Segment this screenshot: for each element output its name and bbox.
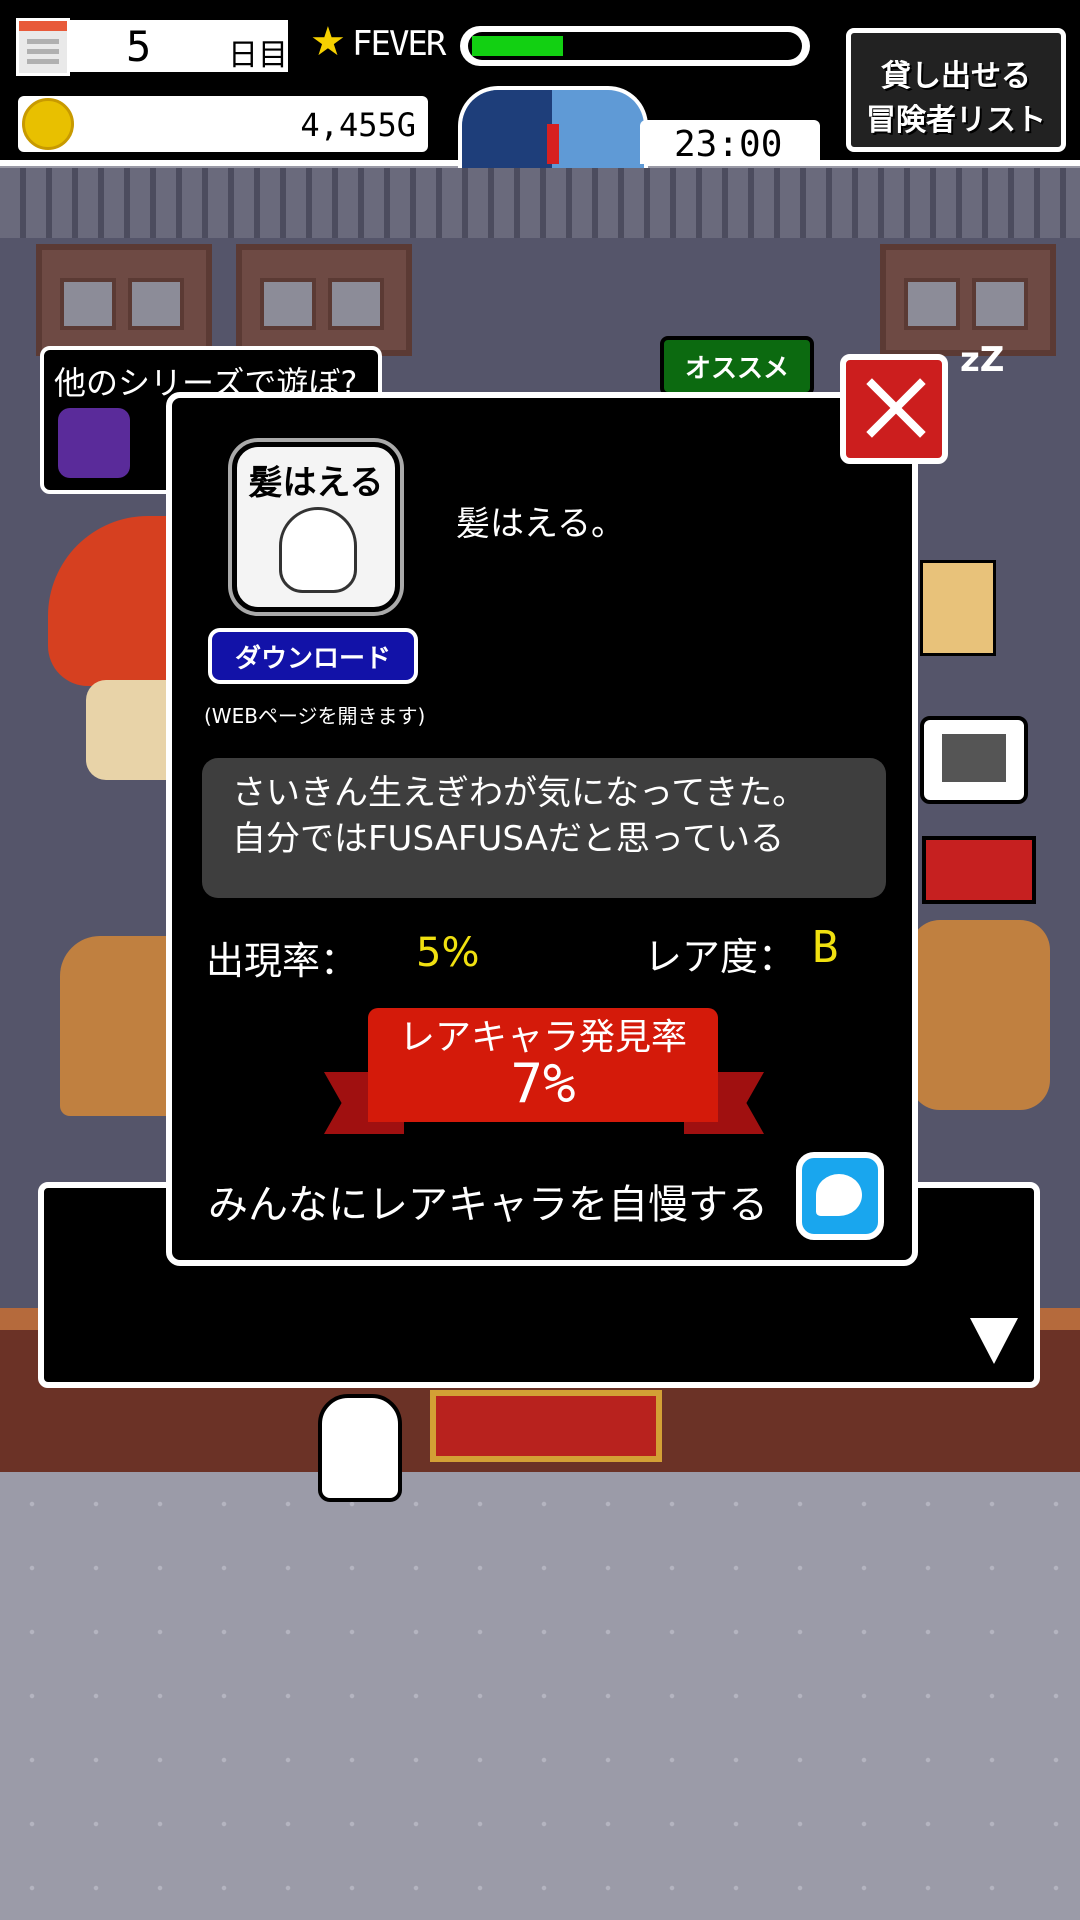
day-unit: 日目: [228, 38, 288, 73]
red-rug: [430, 1390, 662, 1462]
fever-gauge: [460, 26, 810, 66]
web-page-note: (WEBページを開きます): [204, 704, 426, 728]
character-description: さいきん生えぎわが気になってきた。 自分ではFUSAFUSAだと思っている: [232, 773, 807, 859]
rare-find-value: 7%: [510, 1052, 576, 1115]
wrench-icon: [942, 734, 1006, 782]
star-icon: ★: [310, 19, 346, 65]
sleep-zzz: zZ: [960, 340, 1005, 380]
wall-battlement: [0, 168, 1080, 238]
clock-dial-icon: [458, 86, 648, 168]
other-series-app-icon[interactable]: [58, 408, 130, 478]
download-button[interactable]: ダウンロード: [208, 628, 418, 684]
appearance-rate-label: 出現率：: [206, 939, 359, 983]
window: [236, 244, 412, 356]
gold-amount: 4,455G: [300, 106, 416, 144]
share-button[interactable]: [796, 1152, 884, 1240]
fever-gauge-fill: [472, 36, 563, 56]
app-name: 髪はえる。: [456, 504, 625, 544]
time-text: 23:00: [674, 124, 783, 165]
calendar-menu-icon[interactable]: [16, 18, 70, 76]
share-bird-icon: [816, 1174, 862, 1216]
next-arrow-icon[interactable]: [970, 1318, 1018, 1364]
rental-button-line2: 冒険者リスト: [866, 103, 1046, 138]
recommend-badge[interactable]: オススメ: [660, 336, 814, 396]
app-icon[interactable]: 髪はえる: [232, 442, 400, 612]
day-number: 5: [126, 22, 152, 71]
download-label: ダウンロード: [234, 644, 391, 674]
gold-display: 4,455G: [18, 96, 428, 152]
day-counter: 5 日目: [68, 20, 288, 73]
wooden-table-right: [910, 920, 1050, 1110]
rental-adventurer-list-button[interactable]: 貸し出せる 冒険者リスト: [846, 28, 1066, 152]
toolbox-icon[interactable]: [922, 836, 1036, 904]
rental-button-line1: 貸し出せる: [881, 59, 1031, 94]
hair-character-icon: [279, 507, 357, 593]
time-display: 23:00: [640, 120, 820, 165]
tool-speech-bubble[interactable]: [920, 716, 1028, 804]
app-icon-title: 髪はえる: [248, 463, 384, 503]
close-button[interactable]: [840, 354, 948, 464]
fever-label: FEVER: [352, 24, 446, 64]
clock-hand: [547, 124, 559, 164]
rarity-label: レア度：: [644, 935, 797, 979]
knight-character[interactable]: [920, 560, 996, 656]
white-cat-character[interactable]: [318, 1394, 402, 1502]
rarity-value: B: [812, 922, 839, 973]
recommend-label: オススメ: [684, 354, 789, 384]
window: [36, 244, 212, 356]
stone-ground: [0, 1472, 1080, 1920]
share-label: みんなにレアキャラを自慢する: [208, 1182, 768, 1228]
gold-coin-icon: [22, 98, 74, 150]
appearance-rate-value: 5%: [416, 930, 480, 976]
